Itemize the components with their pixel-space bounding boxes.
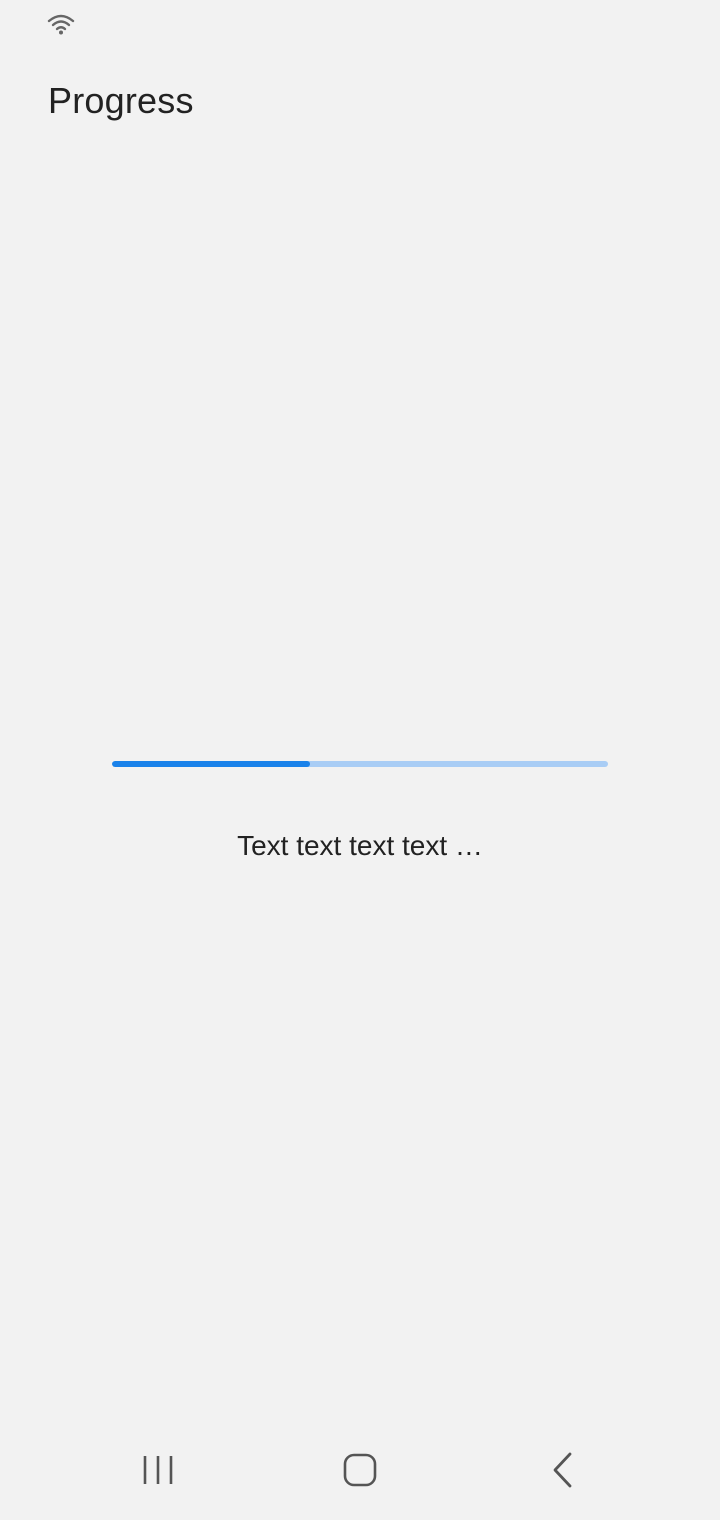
back-icon bbox=[550, 1452, 576, 1493]
page-title: Progress bbox=[48, 80, 194, 121]
home-button[interactable] bbox=[330, 1444, 390, 1500]
recents-icon bbox=[140, 1453, 176, 1492]
progress-bar bbox=[112, 761, 608, 767]
status-bar bbox=[0, 0, 720, 48]
home-icon bbox=[342, 1452, 378, 1493]
recents-button[interactable] bbox=[128, 1444, 188, 1500]
progress-text: Text text text text … bbox=[237, 830, 483, 861]
navigation-bar bbox=[0, 1424, 720, 1520]
progress-bar-fill bbox=[112, 761, 311, 767]
back-button[interactable] bbox=[533, 1444, 593, 1500]
wifi-icon bbox=[46, 12, 76, 36]
